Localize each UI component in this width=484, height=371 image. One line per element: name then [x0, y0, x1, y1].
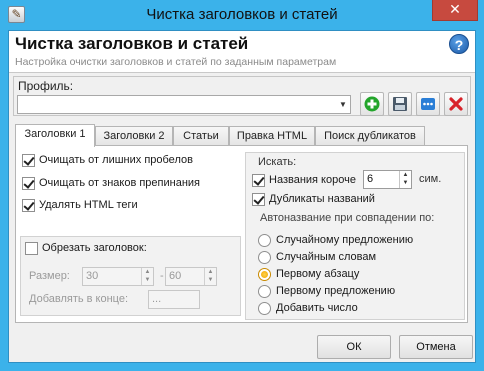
tab-strip: Заголовки 1 Заголовки 2 Статьи Правка HT…	[15, 124, 475, 147]
checkbox-trim-title[interactable]	[25, 241, 38, 255]
short-titles-value: 6	[367, 173, 374, 185]
option-short-titles[interactable]: Названия короче	[252, 173, 356, 189]
suffix-label: Добавлять в конце:	[29, 293, 129, 305]
size-to-value: 60	[169, 270, 182, 282]
size-dash: -	[160, 270, 164, 282]
trim-group: Обрезать заголовок: Размер: 30 ▲ ▼ - 60 ▲…	[20, 236, 241, 316]
header-area: Чистка заголовков и статей Настройка очи…	[9, 31, 475, 73]
option-remove-punctuation[interactable]: Очищать от знаков препинания	[22, 176, 200, 192]
header-title: Чистка заголовков и статей	[15, 34, 249, 53]
close-button[interactable]: ✕	[432, 0, 478, 21]
search-title: Искать:	[258, 156, 297, 168]
radio-first-sentence[interactable]: Первому предложению	[258, 284, 395, 300]
window-title: Чистка заголовков и статей	[146, 6, 338, 23]
radio-random-words[interactable]: Случайным словам	[258, 250, 376, 266]
radio-first-paragraph[interactable]: Первому абзацу	[258, 267, 359, 283]
plus-icon	[364, 96, 380, 112]
add-profile-button[interactable]	[360, 92, 384, 116]
radio-button-selected[interactable]	[258, 267, 271, 281]
x-icon	[449, 97, 463, 111]
checkbox-remove-html-tags[interactable]	[22, 198, 35, 212]
stepper-arrows-icon[interactable]: ▲ ▼	[204, 268, 216, 285]
search-group: Искать: Названия короче 6 ▲ ▼ сим. Дублик…	[245, 152, 465, 320]
delete-profile-button[interactable]	[444, 92, 468, 116]
radio-random-sentence[interactable]: Случайному предложению	[258, 233, 413, 249]
rename-profile-button[interactable]	[416, 92, 440, 116]
header-subtitle: Настройка очистки заголовков и статей по…	[15, 56, 337, 68]
dots-icon	[421, 98, 435, 110]
option-duplicate-titles[interactable]: Дубликаты названий	[252, 192, 375, 208]
size-to-stepper[interactable]: 60 ▲ ▼	[165, 267, 217, 286]
cancel-button[interactable]: Отмена	[399, 335, 473, 359]
radio-button[interactable]	[258, 233, 271, 247]
radio-add-number[interactable]: Добавить число	[258, 301, 358, 317]
checkbox-remove-punctuation[interactable]	[22, 176, 35, 190]
chevron-down-icon[interactable]: ▼	[336, 96, 350, 113]
dialog-client: Чистка заголовков и статей Настройка очи…	[8, 30, 476, 363]
short-titles-unit: сим.	[419, 173, 442, 185]
stepper-arrows-icon[interactable]: ▲ ▼	[399, 171, 411, 188]
checkbox-duplicate-titles[interactable]	[252, 192, 265, 206]
tab-edit-html[interactable]: Правка HTML	[229, 126, 315, 146]
option-remove-html-tags[interactable]: Удалять HTML теги	[22, 198, 138, 214]
tab-headings-1[interactable]: Заголовки 1	[15, 124, 95, 147]
profile-label: Профиль:	[18, 79, 74, 93]
floppy-icon	[393, 97, 407, 111]
title-bar[interactable]: ✎ Чистка заголовков и статей ✕	[0, 0, 484, 30]
radio-button[interactable]	[258, 250, 271, 264]
size-from-value: 30	[86, 270, 99, 282]
profile-select[interactable]: ▼	[17, 95, 351, 114]
suffix-value: ...	[152, 293, 162, 305]
dialog-window: ✎ Чистка заголовков и статей ✕ Чистка за…	[0, 0, 484, 371]
size-label: Размер:	[29, 270, 70, 282]
help-icon[interactable]: ?	[449, 34, 469, 54]
radio-button[interactable]	[258, 301, 271, 315]
autoname-label: Автоназвание при совпадении по:	[260, 212, 435, 224]
save-profile-button[interactable]	[388, 92, 412, 116]
checkbox-short-titles[interactable]	[252, 173, 265, 187]
tab-headings-2[interactable]: Заголовки 2	[95, 126, 173, 146]
size-from-stepper[interactable]: 30 ▲ ▼	[82, 267, 154, 286]
option-trim-title[interactable]: Обрезать заголовок:	[25, 241, 147, 257]
tab-articles[interactable]: Статьи	[173, 126, 229, 146]
radio-button[interactable]	[258, 284, 271, 298]
ok-button[interactable]: ОК	[317, 335, 391, 359]
tab-find-duplicates[interactable]: Поиск дубликатов	[315, 126, 425, 146]
suffix-input[interactable]: ...	[148, 290, 200, 309]
profile-group: Профиль: ▼	[13, 76, 471, 116]
checkbox-remove-spaces[interactable]	[22, 153, 35, 167]
stepper-arrows-icon[interactable]: ▲ ▼	[141, 268, 153, 285]
short-titles-stepper[interactable]: 6 ▲ ▼	[363, 170, 412, 189]
tab-panel-headings-1: Очищать от лишних пробелов Очищать от зн…	[15, 145, 468, 323]
option-remove-spaces[interactable]: Очищать от лишних пробелов	[22, 153, 193, 169]
